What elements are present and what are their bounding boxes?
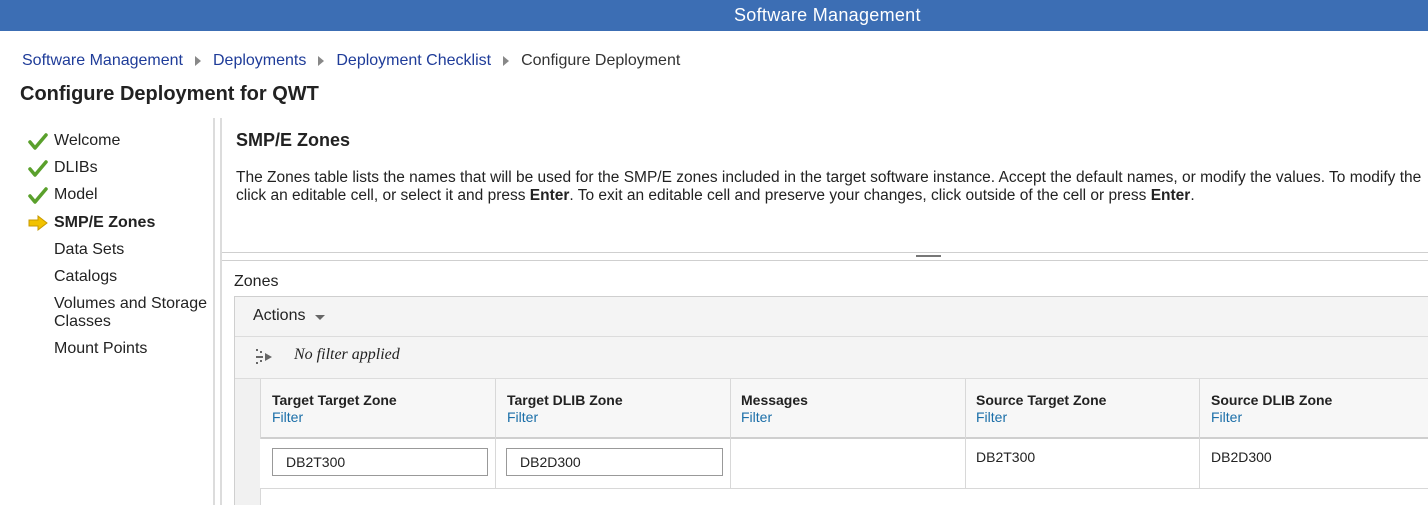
section-description: The Zones table lists the names that wil… (236, 169, 1428, 205)
actions-menu-button[interactable]: Actions (253, 307, 326, 325)
column-divider (965, 379, 966, 488)
splitter-grip-handle[interactable] (916, 255, 941, 257)
sidebar-item-welcome[interactable]: Welcome (54, 132, 120, 150)
description-text: click an editable cell, or select it and… (236, 187, 530, 204)
breadcrumb-deployments[interactable]: Deployments (213, 52, 306, 70)
filter-link-source-target-zone[interactable]: Filter (976, 409, 1007, 425)
app-header: Software Management (0, 0, 1428, 31)
checkmark-icon (28, 160, 48, 177)
column-header-target-target-zone[interactable]: Target Target Zone (272, 392, 397, 408)
actions-label: Actions (253, 307, 306, 324)
row-selector-column (235, 379, 261, 505)
column-header-messages[interactable]: Messages (741, 392, 808, 408)
filter-status-bar (235, 337, 1428, 379)
filter-link-messages[interactable]: Filter (741, 409, 772, 425)
breadcrumb-separator-icon (194, 56, 201, 66)
target-target-zone-input[interactable] (272, 448, 488, 476)
checkmark-icon (28, 187, 48, 204)
filter-link-target-dlib-zone[interactable]: Filter (507, 409, 538, 425)
breadcrumb-software-management[interactable]: Software Management (22, 52, 183, 70)
sidebar-divider (220, 118, 222, 505)
breadcrumb: Software Management Deployments Deployme… (22, 52, 680, 70)
column-header-target-dlib-zone[interactable]: Target DLIB Zone (507, 392, 623, 408)
pane-splitter (222, 252, 1428, 253)
breadcrumb-separator-icon (318, 56, 325, 66)
sidebar-item-dlibs[interactable]: DLIBs (54, 159, 98, 177)
sidebar-item-data-sets[interactable]: Data Sets (54, 241, 124, 259)
breadcrumb-deployment-checklist[interactable]: Deployment Checklist (336, 52, 491, 70)
section-title: SMP/E Zones (236, 130, 351, 150)
chevron-down-icon (315, 314, 326, 320)
source-dlib-zone-cell: DB2D300 (1211, 449, 1272, 465)
column-divider (495, 379, 496, 488)
checkmark-icon (28, 133, 48, 150)
breadcrumb-separator-icon (503, 56, 510, 66)
sidebar-item-mount-points[interactable]: Mount Points (54, 340, 147, 358)
sidebar-item-volumes-and-storage-classes[interactable]: Volumes and Storage Classes (54, 295, 214, 331)
arrow-right-icon (28, 214, 48, 232)
column-divider (730, 379, 731, 488)
target-dlib-zone-input[interactable] (506, 448, 723, 476)
description-text: . To exit an editable cell and preserve … (569, 187, 1151, 204)
column-header-source-dlib-zone[interactable]: Source DLIB Zone (1211, 392, 1332, 408)
table-toolbar (235, 297, 1428, 337)
column-divider (1199, 379, 1200, 488)
zones-table-label: Zones (234, 273, 279, 290)
filter-link-target-target-zone[interactable]: Filter (272, 409, 303, 425)
pane-splitter (222, 260, 1428, 261)
description-enter-key: Enter (1150, 187, 1191, 204)
table-header-row (235, 379, 1428, 439)
description-line-1: The Zones table lists the names that wil… (236, 169, 1422, 186)
description-enter-key: Enter (529, 187, 570, 204)
sidebar-item-smpe-zones[interactable]: SMP/E Zones (54, 214, 155, 232)
column-header-source-target-zone[interactable]: Source Target Zone (976, 392, 1106, 408)
app-title: Software Management (734, 5, 921, 25)
description-line-2: click an editable cell, or select it and… (236, 187, 1428, 205)
clear-filter-icon[interactable] (254, 347, 276, 367)
page-title: Configure Deployment for QWT (20, 83, 319, 105)
description-text: . (1190, 187, 1195, 204)
source-target-zone-cell: DB2T300 (976, 449, 1036, 465)
breadcrumb-current: Configure Deployment (521, 52, 681, 69)
sidebar-item-model[interactable]: Model (54, 186, 98, 204)
sidebar-item-catalogs[interactable]: Catalogs (54, 268, 117, 286)
filter-status-text: No filter applied (294, 346, 400, 363)
filter-link-source-dlib-zone[interactable]: Filter (1211, 409, 1242, 425)
